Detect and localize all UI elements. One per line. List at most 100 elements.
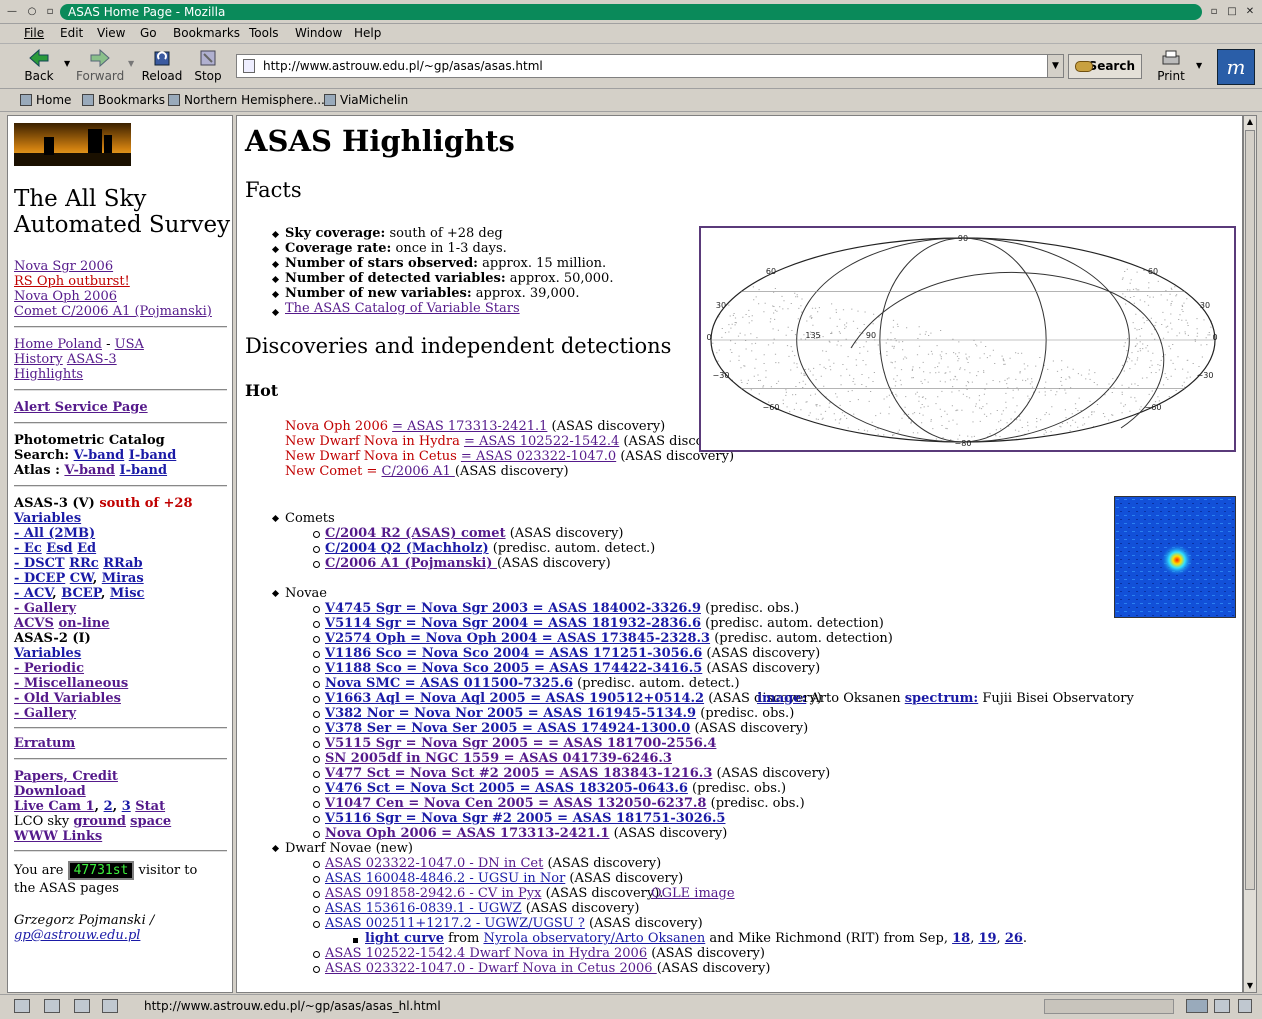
url-dropdown-icon[interactable]: ▼ xyxy=(1047,55,1063,77)
sep-26-link[interactable]: 26 xyxy=(1005,931,1023,946)
comet-thumbnail-image[interactable] xyxy=(1114,496,1236,618)
ec-link[interactable]: - Ec xyxy=(14,541,42,556)
stat-link[interactable]: Stat xyxy=(135,799,165,814)
miras-link[interactable]: Miras xyxy=(102,571,144,586)
mozilla-logo-icon[interactable]: m xyxy=(1217,49,1255,85)
stop-button[interactable]: Stop xyxy=(192,49,224,83)
reload-button[interactable]: Reload xyxy=(140,49,184,83)
nyrola-link[interactable]: Nyrola observatory/Arto Oksanen xyxy=(483,931,705,946)
alert-service-link[interactable]: Alert Service Page xyxy=(14,400,148,415)
hot-item-link[interactable]: = ASAS 173313-2421.1 xyxy=(392,419,547,434)
list-item-link[interactable]: ASAS 023322-1047.0 - Dwarf Nova in Cetus… xyxy=(325,961,657,976)
maximize-small-icon[interactable]: ▫ xyxy=(44,6,56,18)
list-item-link[interactable]: V382 Nor = Nova Nor 2005 = ASAS 161945-5… xyxy=(325,706,696,721)
list-item-link[interactable]: ASAS 023322-1047.0 - DN in Cet xyxy=(325,856,543,871)
search-button[interactable]: Search xyxy=(1068,54,1142,79)
rrc-link[interactable]: RRc xyxy=(69,556,99,571)
list-item-link[interactable]: V1047 Cen = Nova Cen 2005 = ASAS 132050-… xyxy=(325,796,706,811)
list-item-link[interactable]: V378 Ser = Nova Ser 2005 = ASAS 174924-1… xyxy=(325,721,690,736)
menu-bookmarks[interactable]: Bookmarks xyxy=(173,26,240,40)
menu-edit[interactable]: Edit xyxy=(60,26,83,40)
news-link-nova-sgr[interactable]: Nova Sgr 2006 xyxy=(14,259,113,274)
sep-18-link[interactable]: 18 xyxy=(952,931,970,946)
old-variables-link[interactable]: - Old Variables xyxy=(14,691,121,706)
back-button[interactable]: Back xyxy=(22,49,56,83)
dcep-link[interactable]: - DCEP xyxy=(14,571,65,586)
list-item-link[interactable]: ASAS 002511+1217.2 - UGWZ/UGSU ? xyxy=(325,916,585,931)
hot-item-link[interactable]: = ASAS 023322-1047.0 xyxy=(461,449,616,464)
cam3-link[interactable]: 3 xyxy=(122,799,131,814)
news-link-comet[interactable]: Comet C/2006 A1 (Pojmanski) xyxy=(14,304,212,319)
forward-button[interactable]: Forward xyxy=(76,49,124,83)
search-vband-link[interactable]: V-band xyxy=(74,448,125,463)
sep-19-link[interactable]: 19 xyxy=(978,931,996,946)
aql-image-link[interactable]: image: xyxy=(757,691,806,706)
highlights-link[interactable]: Highlights xyxy=(14,367,83,382)
scroll-up-icon[interactable]: ▲ xyxy=(1244,116,1256,128)
list-item-link[interactable]: Nova Oph 2006 = ASAS 173313-2421.1 xyxy=(325,826,609,841)
bcep-link[interactable]: BCEP xyxy=(61,586,101,601)
list-item-link[interactable]: V2574 Oph = Nova Oph 2004 = ASAS 173845-… xyxy=(325,631,710,646)
usa-link[interactable]: USA xyxy=(115,337,144,352)
list-item-link[interactable]: V1188 Sco = Nova Sco 2005 = ASAS 174422-… xyxy=(325,661,702,676)
acvs-link[interactable]: ACVS xyxy=(14,616,54,631)
hot-item-link[interactable]: C/2006 A1 xyxy=(382,464,455,479)
list-item-link[interactable]: V5114 Sgr = Nova Sgr 2004 = ASAS 181932-… xyxy=(325,616,701,631)
home-bookmark[interactable]: Home xyxy=(20,93,71,107)
bookmarks-folder[interactable]: Bookmarks xyxy=(82,93,165,107)
author-email-link[interactable]: gp@astrouw.edu.pl xyxy=(14,928,140,943)
close-icon[interactable]: ✕ xyxy=(1244,6,1256,18)
acvs-online-link[interactable]: on-line xyxy=(58,616,109,631)
print-dropdown-icon[interactable]: ▼ xyxy=(1196,61,1202,70)
aql-spectrum-link[interactable]: spectrum: xyxy=(905,691,978,706)
list-item-link[interactable]: C/2006 A1 (Pojmanski) xyxy=(325,556,497,571)
print-button[interactable]: Print xyxy=(1154,49,1188,83)
list-item-link[interactable]: V1186 Sco = Nova Sco 2004 = ASAS 171251-… xyxy=(325,646,702,661)
scroll-down-icon[interactable]: ▼ xyxy=(1244,980,1256,992)
erratum-link[interactable]: Erratum xyxy=(14,736,75,751)
menu-view[interactable]: View xyxy=(97,26,125,40)
ed-link[interactable]: Ed xyxy=(77,541,96,556)
asas3-gallery-link[interactable]: - Gallery xyxy=(14,601,76,616)
space-link[interactable]: space xyxy=(130,814,171,829)
maximize-icon[interactable]: □ xyxy=(1226,6,1238,18)
scrollbar-thumb[interactable] xyxy=(1245,130,1255,890)
viamichelin-bookmark[interactable]: ViaMichelin xyxy=(324,93,408,107)
list-item-link[interactable]: V5116 Sgr = Nova Sgr #2 2005 = ASAS 1817… xyxy=(325,811,725,826)
menu-go[interactable]: Go xyxy=(140,26,157,40)
url-field[interactable]: http://www.astrouw.edu.pl/~gp/asas/asas.… xyxy=(236,54,1064,78)
atlas-vband-link[interactable]: V-band xyxy=(64,463,115,478)
misc-link[interactable]: Misc xyxy=(110,586,145,601)
mail-icon[interactable] xyxy=(44,999,60,1013)
all-variables-link[interactable]: - All (2MB) xyxy=(14,526,95,541)
menu-tools[interactable]: Tools xyxy=(249,26,279,40)
hot-item-link[interactable]: = ASAS 102522-1542.4 xyxy=(464,434,619,449)
ground-link[interactable]: ground xyxy=(73,814,126,829)
dsct-link[interactable]: - DSCT xyxy=(14,556,65,571)
list-item-link[interactable]: V476 Sct = Nova Sct 2005 = ASAS 183205-0… xyxy=(325,781,688,796)
light-curve-link[interactable]: light curve xyxy=(365,931,444,946)
live-cam-link[interactable]: Live Cam 1 xyxy=(14,799,95,814)
asas2-variables-link[interactable]: Variables xyxy=(14,646,81,661)
back-dropdown-icon[interactable]: ▼ xyxy=(64,59,70,68)
esd-link[interactable]: Esd xyxy=(46,541,72,556)
list-item-link[interactable]: SN 2005df in NGC 1559 = ASAS 041739-6246… xyxy=(325,751,672,766)
history-link[interactable]: History xyxy=(14,352,63,367)
list-item-link[interactable]: ASAS 091858-2942.6 - CV in Pyx xyxy=(325,886,541,901)
rrab-link[interactable]: RRab xyxy=(103,556,142,571)
list-item-link[interactable]: C/2004 R2 (ASAS) comet xyxy=(325,526,506,541)
online-icon[interactable] xyxy=(1186,999,1208,1013)
list-item-link[interactable]: ASAS 102522-1542.4 Dwarf Nova in Hydra 2… xyxy=(325,946,647,961)
list-item-link[interactable]: ASAS 153616-0839.1 - UGWZ xyxy=(325,901,522,916)
list-item-link[interactable]: C/2004 Q2 (Machholz) xyxy=(325,541,489,556)
acv-link[interactable]: - ACV xyxy=(14,586,52,601)
menu-file[interactable]: File xyxy=(24,26,44,40)
address-book-icon[interactable] xyxy=(102,999,118,1013)
menu-window[interactable]: Window xyxy=(295,26,342,40)
minimize-icon[interactable]: ▫ xyxy=(1208,6,1220,18)
cw-link[interactable]: CW xyxy=(70,571,93,586)
list-item-link[interactable]: V1663 Aql = Nova Aql 2005 = ASAS 190512+… xyxy=(325,691,704,706)
list-item-link[interactable]: V4745 Sgr = Nova Sgr 2003 = ASAS 184002-… xyxy=(325,601,701,616)
cam2-link[interactable]: 2 xyxy=(104,799,113,814)
shade-icon[interactable]: ○ xyxy=(26,6,38,18)
